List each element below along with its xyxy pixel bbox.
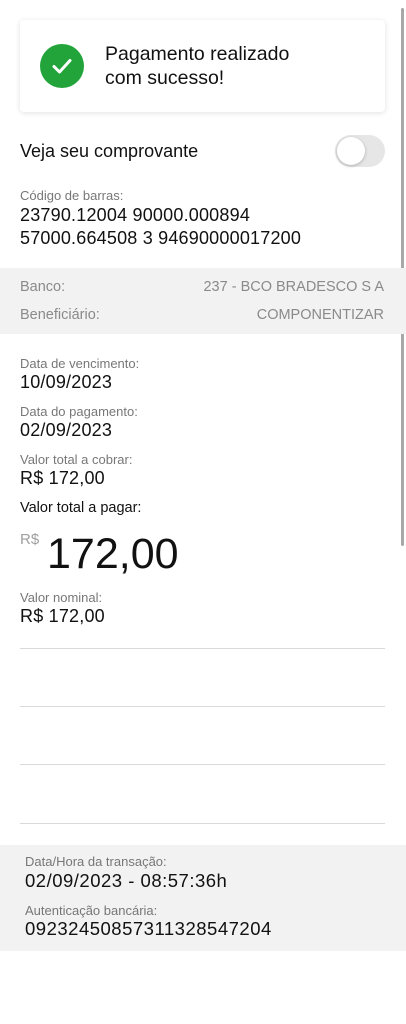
total-charge-label: Valor total a cobrar: [20,452,133,467]
bank-value: 237 - BCO BRADESCO S A [203,279,384,295]
transaction-datetime-label: Data/Hora da transação: [25,854,167,869]
total-pay-amount: 172,00 [47,530,179,578]
beneficiary-value: COMPONENTIZAR [256,307,384,323]
success-message-line1: Pagamento realizado [105,43,290,65]
total-charge-value: R$ 172,00 [20,468,105,488]
beneficiary-label: Beneficiário: [20,307,100,323]
bank-row: Banco: 237 - BCO BRADESCO S A [20,279,384,295]
total-pay-currency: R$ [20,531,40,548]
success-message-line2: com sucesso! [105,67,225,89]
divider [20,648,385,649]
due-date-label: Data de vencimento: [20,356,140,371]
success-banner: Pagamento realizado com sucesso! [20,20,385,112]
bank-label: Banco: [20,279,66,295]
total-pay-label: Valor total a pagar: [20,500,142,516]
divider [20,823,385,824]
divider [20,706,385,707]
success-message: Pagamento realizado com sucesso! [105,42,325,90]
due-date-value: 10/09/2023 [20,372,113,392]
nominal-value: R$ 172,00 [20,606,105,626]
receipt-toggle[interactable] [335,135,385,167]
barcode-line1: 23790.12004 90000.000894 [20,205,251,225]
transaction-datetime-value: 02/09/2023 - 08:57:36h [25,870,228,891]
divider [20,764,385,765]
toggle-knob [337,137,365,165]
nominal-value-label: Valor nominal: [20,590,103,605]
receipt-toggle-row: Veja seu comprovante [20,134,385,168]
bank-auth-label: Autenticação bancária: [25,903,158,918]
payment-date-value: 02/09/2023 [20,420,113,440]
receipt-toggle-label: Veja seu comprovante [20,140,199,161]
check-icon [40,44,84,88]
bank-info-section [0,268,406,334]
beneficiary-row: Beneficiário: COMPONENTIZAR [20,307,384,323]
payment-receipt-screen: Pagamento realizado com sucesso! Veja se… [0,0,406,1024]
bank-auth-value: 09232450857311328547204 [25,918,272,939]
barcode-line2: 57000.664508 3 94690000017200 [20,228,302,248]
barcode-label: Código de barras: [20,188,124,203]
payment-date-label: Data do pagamento: [20,404,138,419]
